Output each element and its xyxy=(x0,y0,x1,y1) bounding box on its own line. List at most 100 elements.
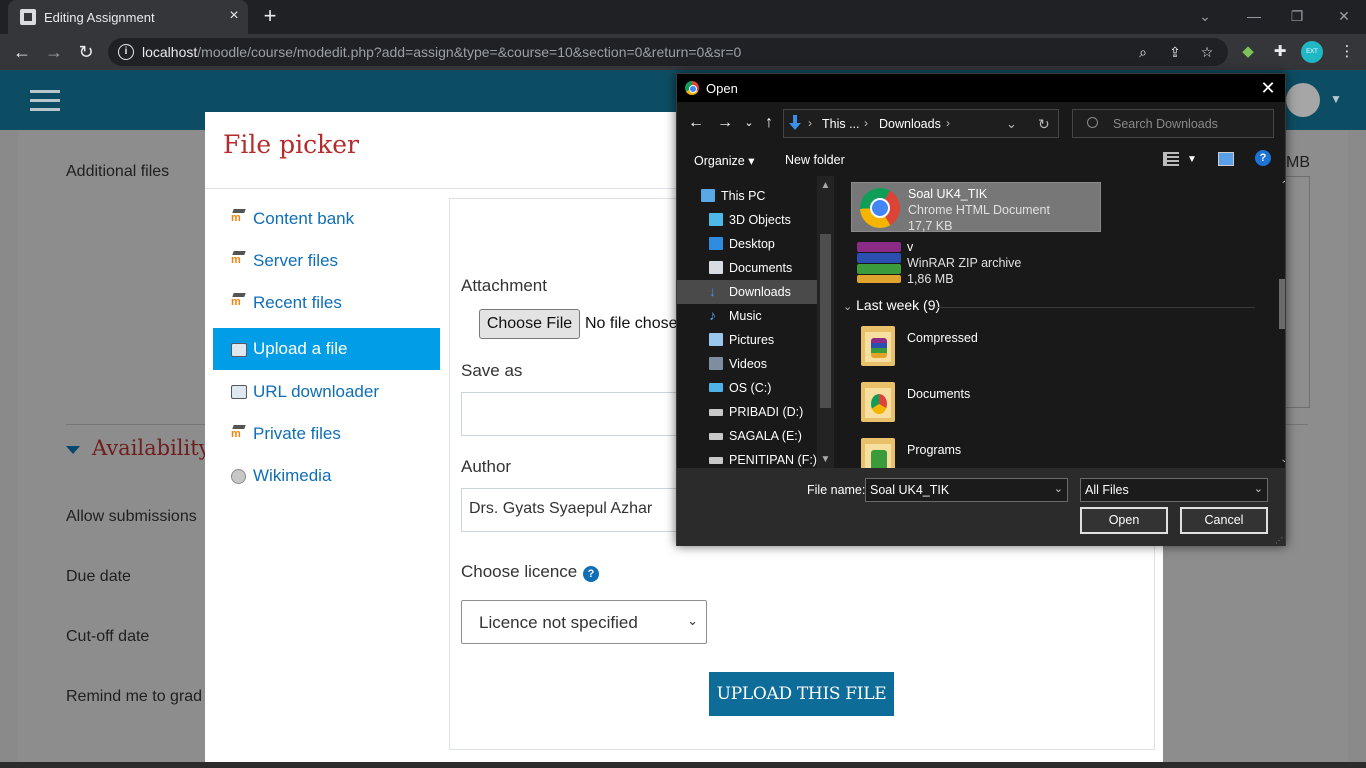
os-drive-icon xyxy=(709,383,723,392)
breadcrumb-separator-icon: › xyxy=(808,116,812,130)
zoom-icon[interactable]: ⌕ xyxy=(1134,43,1152,61)
tree-item-documents[interactable]: Documents xyxy=(677,256,817,280)
tree-label: Downloads xyxy=(729,285,791,299)
preview-pane-icon[interactable] xyxy=(1218,152,1234,166)
availability-heading[interactable]: Availability xyxy=(66,436,211,460)
scroll-down-icon[interactable]: ⌄ xyxy=(1279,454,1285,465)
open-button[interactable]: Open xyxy=(1080,507,1168,534)
extensions-puzzle-icon[interactable]: ✚ xyxy=(1268,40,1292,64)
tree-item-downloads[interactable]: ↓ Downloads xyxy=(677,280,817,304)
bookmark-star-icon[interactable]: ☆ xyxy=(1198,43,1216,61)
file-name-combobox[interactable]: Soal UK4_TIK ⌄ xyxy=(865,478,1068,502)
repo-url-downloader[interactable]: URL downloader xyxy=(213,370,440,412)
hamburger-menu-icon[interactable] xyxy=(30,90,60,112)
tree-item-this-pc[interactable]: This PC xyxy=(677,184,817,208)
new-tab-button[interactable]: + xyxy=(258,5,282,29)
tree-item-3d-objects[interactable]: 3D Objects xyxy=(677,208,817,232)
breadcrumb-downloads[interactable]: Downloads xyxy=(879,117,941,131)
dialog-close-icon[interactable]: ✕ xyxy=(1257,77,1279,99)
tree-label: Pictures xyxy=(729,333,775,347)
search-downloads-input[interactable]: Search Downloads xyxy=(1072,109,1274,138)
scroll-up-icon[interactable]: ▲ xyxy=(820,180,831,191)
drive-icon xyxy=(709,409,723,416)
browser-tab[interactable]: Editing Assignment × xyxy=(8,0,248,34)
dialog-address-bar[interactable]: › This ... › Downloads › ⌄ ↻ xyxy=(783,109,1059,138)
file-type-select[interactable]: All Files ⌄ xyxy=(1080,478,1268,502)
tree-item-penitipan-f[interactable]: PENITIPAN (F:) xyxy=(677,448,817,468)
remind-grade-label: Remind me to grad xyxy=(66,688,203,705)
user-menu-caret-icon[interactable]: ▼ xyxy=(1330,92,1342,106)
file-list-scrollbar[interactable]: ⌃ ⌄ xyxy=(1277,176,1285,468)
repo-private-files[interactable]: m Private files xyxy=(213,412,440,454)
folder-item-programs[interactable]: Programs xyxy=(851,434,1101,468)
group-header-last-week[interactable]: ⌄ Last week (9) xyxy=(843,297,940,313)
back-icon[interactable]: ← xyxy=(686,113,706,133)
cancel-button[interactable]: Cancel xyxy=(1180,507,1268,534)
3d-objects-icon xyxy=(709,213,723,226)
back-icon[interactable]: ← xyxy=(9,39,35,65)
tree-item-os-c[interactable]: OS (C:) xyxy=(677,376,817,400)
file-item-v[interactable]: v WinRAR ZIP archive 1,86 MB xyxy=(851,238,1101,288)
share-icon[interactable]: ⇪ xyxy=(1166,43,1184,61)
breadcrumb-separator-icon: › xyxy=(946,116,950,130)
repo-upload-a-file[interactable]: Upload a file xyxy=(213,328,440,370)
restore-icon[interactable]: ❐ xyxy=(1283,4,1311,28)
minimize-icon[interactable]: — xyxy=(1240,4,1268,28)
tab-close-icon[interactable]: × xyxy=(224,6,244,26)
view-dropdown-icon[interactable]: ▼ xyxy=(1187,154,1197,165)
scroll-up-icon[interactable]: ⌃ xyxy=(1279,180,1285,191)
address-bar[interactable]: i localhost/moodle/course/modedit.php?ad… xyxy=(108,38,1228,66)
scrollbar-thumb[interactable] xyxy=(820,234,831,408)
scroll-down-icon[interactable]: ▼ xyxy=(820,454,831,465)
window-close-icon[interactable]: ✕ xyxy=(1330,4,1358,28)
tree-item-desktop[interactable]: Desktop xyxy=(677,232,817,256)
folder-item-compressed[interactable]: Compressed xyxy=(851,322,1101,372)
help-icon[interactable]: ? xyxy=(1255,150,1271,166)
tab-search-icon[interactable]: ⌄ xyxy=(1191,4,1219,28)
drive-icon xyxy=(709,433,723,440)
refresh-icon[interactable]: ↻ xyxy=(1038,116,1050,133)
up-folder-icon[interactable]: ↑ xyxy=(759,113,779,133)
repo-wikimedia[interactable]: Wikimedia xyxy=(213,454,440,496)
drive-icon xyxy=(709,457,723,464)
repo-server-files[interactable]: m Server files xyxy=(213,244,440,286)
reload-icon[interactable]: ↻ xyxy=(73,39,99,65)
tree-item-pictures[interactable]: Pictures xyxy=(677,328,817,352)
navigation-scrollbar[interactable]: ▲ ▼ xyxy=(817,176,834,468)
new-folder-button[interactable]: New folder xyxy=(785,153,845,167)
tree-item-sagala-e[interactable]: SAGALA (E:) xyxy=(677,424,817,448)
choose-file-button[interactable]: Choose File xyxy=(479,309,580,339)
extension-colorful-icon[interactable]: ◆ xyxy=(1236,40,1260,64)
group-divider xyxy=(935,307,1255,308)
file-item-soal-uk4-tik[interactable]: Soal UK4_TIK Chrome HTML Document 17,7 K… xyxy=(851,182,1101,233)
upload-this-file-button[interactable]: UPLOAD THIS FILE xyxy=(709,672,894,716)
view-options-icon[interactable] xyxy=(1163,152,1179,166)
allow-submissions-label: Allow submissions xyxy=(66,508,197,525)
forward-icon[interactable]: → xyxy=(41,39,67,65)
folder-icon xyxy=(861,326,895,366)
tree-item-videos[interactable]: Videos xyxy=(677,352,817,376)
profile-avatar[interactable]: EXT xyxy=(1301,41,1323,63)
repo-recent-files[interactable]: m Recent files xyxy=(213,286,440,328)
tree-item-music[interactable]: ♪ Music xyxy=(677,304,817,328)
recent-locations-chevron-icon[interactable]: ⌄ xyxy=(739,113,759,133)
licence-select[interactable]: Licence not specified ⌄ xyxy=(461,600,707,644)
user-avatar[interactable] xyxy=(1286,83,1320,117)
scrollbar-thumb[interactable] xyxy=(1279,279,1285,329)
author-label: Author xyxy=(461,457,512,476)
url-text[interactable]: localhost/moodle/course/modedit.php?add=… xyxy=(142,44,741,60)
resize-grip-icon[interactable]: ⋰ xyxy=(1275,536,1283,545)
help-question-icon[interactable]: ? xyxy=(583,566,599,582)
site-info-icon[interactable]: i xyxy=(118,44,134,60)
organize-button[interactable]: Organize ▾ xyxy=(694,153,754,168)
chevron-down-icon[interactable]: ⌄ xyxy=(1054,482,1063,495)
address-dropdown-icon[interactable]: ⌄ xyxy=(1006,116,1017,132)
moodle-icon: m xyxy=(231,211,247,225)
folder-item-documents[interactable]: Documents xyxy=(851,378,1101,428)
breadcrumb-this-pc[interactable]: This ... xyxy=(822,117,860,131)
browser-menu-icon[interactable]: ⋮ xyxy=(1335,40,1359,64)
tree-item-pribadi-d[interactable]: PRIBADI (D:) xyxy=(677,400,817,424)
repo-content-bank[interactable]: m Content bank xyxy=(213,202,440,244)
tree-label: Music xyxy=(729,309,762,323)
forward-icon[interactable]: → xyxy=(715,113,735,133)
